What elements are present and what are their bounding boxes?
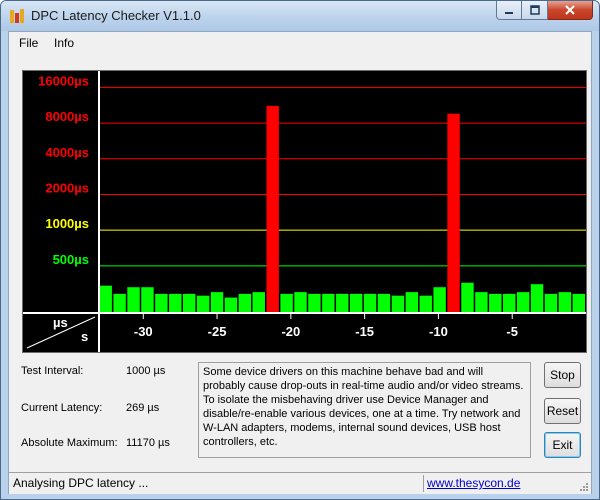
app-window: DPC Latency Checker V1.1.0 File Info 160… (0, 0, 600, 500)
bar-14 (294, 292, 307, 313)
bar-31 (530, 284, 544, 313)
y-tick-label-5: 500µs (53, 252, 89, 267)
bar-0 (99, 285, 112, 313)
x-tick-label-0: -30 (134, 324, 153, 339)
exit-button[interactable]: Exit (544, 432, 581, 458)
absolute-maximum-label: Absolute Maximum: (21, 437, 118, 449)
resize-grip-icon[interactable] (579, 482, 589, 492)
y-tick-label-0: 16000µs (38, 73, 89, 88)
bar-5 (169, 293, 182, 313)
close-button[interactable] (548, 1, 593, 20)
x-unit-label: s (81, 329, 88, 344)
status-text: Analysing DPC latency ... (13, 476, 149, 490)
bar-15 (308, 293, 321, 313)
website-link[interactable]: www.thesycon.de (427, 476, 520, 490)
y-tick-label-1: 8000µs (45, 109, 89, 124)
reset-button[interactable]: Reset (544, 398, 581, 424)
latency-chart-svg: 16000µs 8000µs 4000µs 2000µs 1000µs 500µs µss -… (23, 71, 586, 352)
bar-32 (544, 293, 558, 313)
y-unit-label: µs (53, 315, 68, 330)
maximize-button[interactable] (522, 1, 548, 20)
bar-23 (419, 295, 432, 313)
bar-6 (182, 293, 196, 313)
app-icon (10, 9, 24, 23)
close-icon (565, 5, 575, 15)
status-bar: Analysing DPC latency ... www.thesycon.d… (9, 472, 591, 494)
current-latency-label: Current Latency: (21, 402, 103, 414)
bar-11 (252, 292, 265, 313)
bar-3 (141, 287, 154, 313)
x-tick-label-5: -5 (506, 324, 518, 339)
minimize-icon (505, 12, 513, 14)
absolute-maximum-value: 11170 µs (126, 437, 170, 449)
window-title: DPC Latency Checker V1.1.0 (31, 8, 201, 23)
bar-18 (349, 293, 363, 313)
stop-button[interactable]: Stop (544, 362, 581, 388)
bar-8 (210, 292, 224, 313)
bar-10 (238, 293, 252, 313)
latency-chart: 16000µs 8000µs 4000µs 2000µs 1000µs 500µs µs s -… (22, 70, 587, 353)
bar-12 (266, 105, 279, 313)
status-separator (423, 475, 424, 492)
y-tick-label-4: 1000µs (45, 216, 89, 231)
bar-29 (503, 293, 516, 313)
bar-1 (113, 293, 126, 313)
bar-27 (475, 292, 488, 313)
bar-9 (224, 297, 238, 313)
test-interval-label: Test Interval: (21, 365, 84, 377)
message-box: Some device drivers on this machine beha… (198, 362, 531, 458)
bar-7 (196, 295, 210, 313)
bar-26 (461, 282, 474, 313)
x-tick-label-2: -20 (281, 324, 300, 339)
bar-13 (280, 293, 293, 313)
x-tick-label-1: -25 (208, 324, 227, 339)
bar-24 (433, 287, 446, 313)
maximize-icon (529, 5, 540, 15)
y-tick-label-2: 4000µs (45, 145, 89, 160)
current-latency-value: 269 µs (126, 402, 160, 414)
client-area: File Info 16000µs 8000µs 4000µs 2000µs 1000µ… (8, 31, 592, 494)
menu-bar: File Info (9, 32, 591, 54)
menu-info[interactable]: Info (54, 36, 74, 50)
bar-17 (336, 293, 349, 313)
bar-30 (516, 292, 530, 313)
bar-22 (405, 292, 419, 313)
x-tick-label-4: -10 (429, 324, 448, 339)
bar-33 (558, 292, 572, 313)
bar-19 (363, 293, 377, 313)
bar-16 (322, 293, 335, 313)
bar-20 (377, 293, 391, 313)
bar-21 (391, 295, 405, 313)
bar-2 (127, 287, 140, 313)
y-tick-label-3: 2000µs (45, 180, 89, 195)
menu-file[interactable]: File (19, 36, 38, 50)
bar-25 (447, 113, 460, 313)
bar-34 (572, 293, 585, 313)
title-bar[interactable]: DPC Latency Checker V1.1.0 (1, 1, 599, 31)
x-tick-label-3: -15 (355, 324, 374, 339)
bar-4 (155, 293, 168, 313)
bar-28 (489, 293, 502, 313)
minimize-button[interactable] (496, 1, 522, 20)
test-interval-value: 1000 µs (126, 365, 166, 377)
